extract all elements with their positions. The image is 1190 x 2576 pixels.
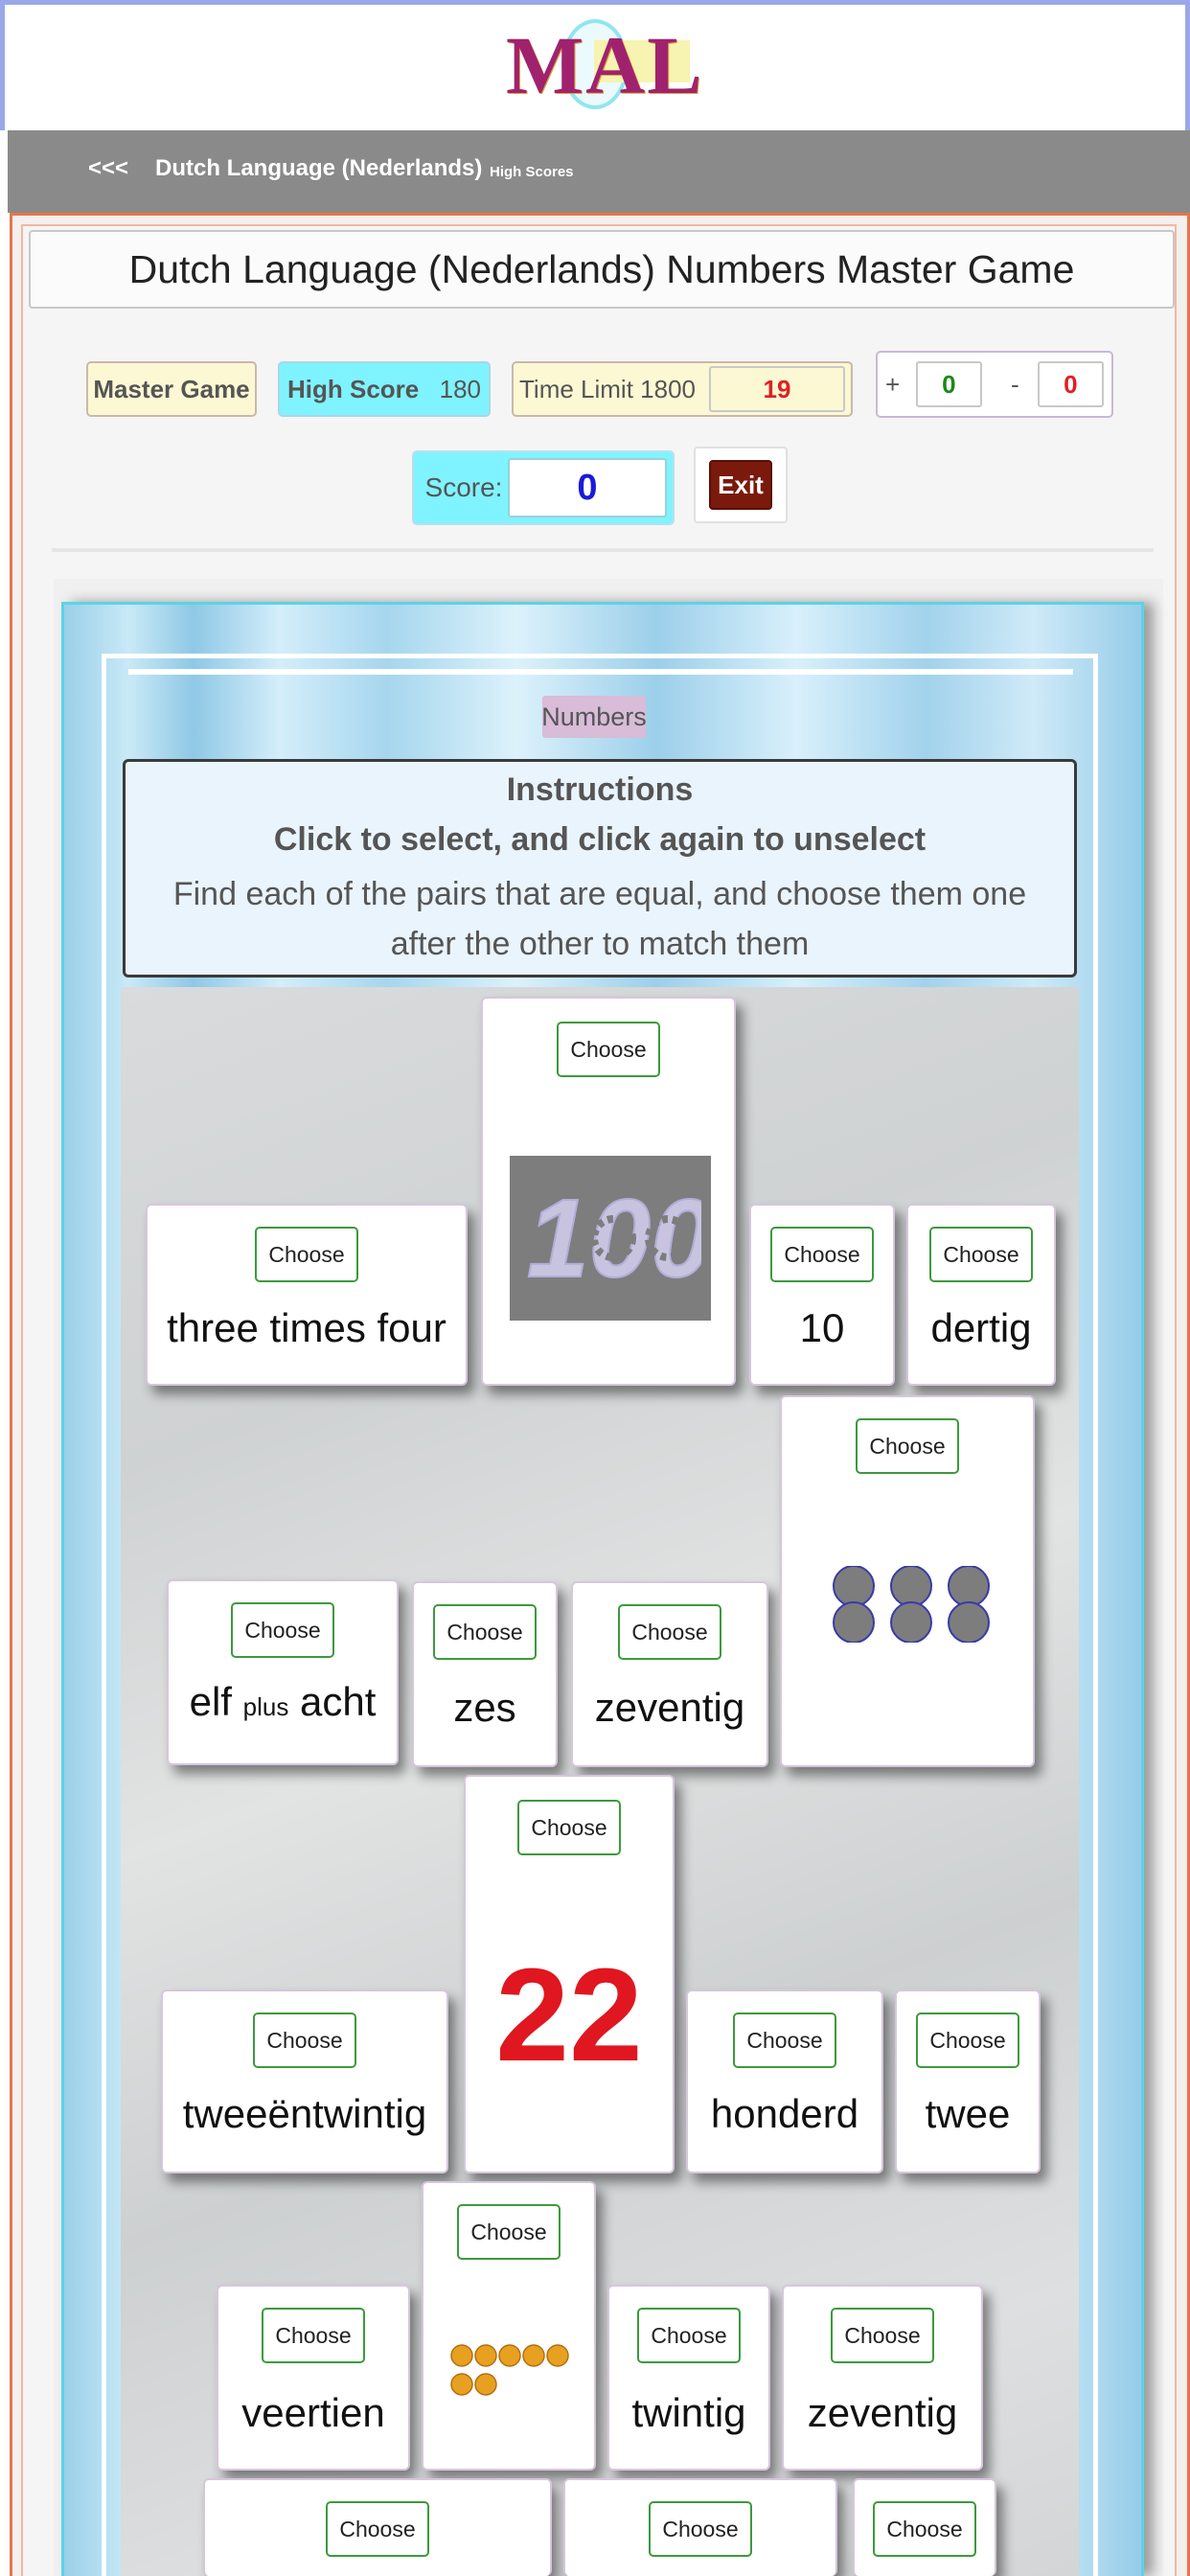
card-image-100[interactable]: Choose 100 [481,997,736,1386]
plus-minus-counter: + 0 - 0 [876,351,1113,418]
nav-high-scores-link[interactable]: High Scores [490,164,574,180]
card-22[interactable]: Choose 22 [464,1775,675,2174]
nav-back-link[interactable]: <<< [88,155,128,186]
card-twintig[interactable]: Choose twintig [607,2285,770,2471]
choose-button[interactable]: Choose [770,1227,874,1282]
card-text-b: acht [300,1679,377,1724]
seven-dots-icon [450,2344,571,2398]
card-text: honderd [710,2091,859,2136]
card-text-plus: plus [242,1692,289,1721]
card-partial-2[interactable]: Choose [563,2478,837,2576]
board-top-rule [128,669,1073,675]
card-six-dots[interactable]: Choose [780,1395,1035,1767]
choose-button[interactable]: Choose [255,1227,358,1282]
card-text: elf plus acht [169,1679,397,1725]
card-text: 10 [799,1305,845,1350]
minus-value: 0 [1037,361,1104,407]
card-seven-dots[interactable]: Choose [422,2181,596,2471]
card-three-times-four[interactable]: Choose three times four [146,1204,468,1386]
instructions-line1: Click to select, and click again to unse… [273,821,927,858]
exit-button[interactable]: Exit [709,460,772,510]
header-divider [52,548,1154,552]
card-text: tweeëntwintig [182,2091,427,2136]
choose-button[interactable]: Choose [517,1800,621,1855]
master-game-badge: Master Game [86,361,257,417]
six-dots-icon [830,1565,993,1644]
svg-text:100: 100 [527,1176,701,1300]
card-veertien[interactable]: Choose veertien [217,2285,410,2471]
card-text: veertien [241,2390,385,2435]
category-label: Numbers [541,696,647,738]
mal-logo[interactable]: MAL [506,17,704,113]
minus-sign: - [1010,369,1019,399]
choose-button[interactable]: Choose [733,2012,836,2068]
choose-button[interactable]: Choose [231,1602,334,1658]
card-dertig[interactable]: Choose dertig [906,1204,1056,1386]
time-remaining: 19 [709,366,845,412]
plus-value: 0 [915,361,982,407]
instructions-title: Instructions [506,771,694,808]
card-text: twintig [631,2390,746,2435]
card-zeventig-2[interactable]: Choose zeventig [782,2285,983,2471]
card-tweeentwintig[interactable]: Choose tweeëntwintig [161,1990,448,2174]
plus-sign: + [885,369,901,399]
score-value: 0 [508,458,667,518]
choose-button[interactable]: Choose [457,2204,561,2260]
choose-button[interactable]: Choose [637,2308,741,2363]
master-game-label: Master Game [93,374,250,403]
instructions-box: Instructions Click to select, and click … [123,759,1077,978]
choose-button[interactable]: Choose [831,2308,934,2363]
card-twee[interactable]: Choose twee [895,1990,1041,2174]
choose-button[interactable]: Choose [856,1418,959,1474]
high-score-label: High Score [287,374,420,403]
card-partial-1[interactable]: Choose [203,2478,552,2576]
choose-button[interactable]: Choose [253,2012,356,2068]
choose-button[interactable]: Choose [929,1227,1033,1282]
score-box: Score: 0 [412,450,675,525]
choose-button[interactable]: Choose [916,2012,1019,2068]
high-score-badge: High Score 180 [278,361,491,417]
logo-text: MAL [506,19,704,111]
card-text: twee [925,2091,1011,2136]
game-title: Dutch Language (Nederlands) Numbers Mast… [29,230,1175,309]
card-zeventig-1[interactable]: Choose zeventig [571,1581,768,1767]
card-zes[interactable]: Choose zes [412,1581,558,1767]
time-limit-badge: Time Limit 1800 19 [512,361,853,417]
choose-button[interactable]: Choose [873,2501,976,2557]
card-text: three times four [167,1305,446,1350]
card-elf-plus-acht[interactable]: Choose elf plus acht [167,1579,399,1765]
card-text: dertig [930,1305,1032,1350]
card-text: zeventig [807,2390,958,2435]
card-text: zes [453,1685,516,1730]
high-score-value: 180 [439,374,481,403]
card-big-number: 22 [495,1942,643,2089]
instructions-line2: Find each of the pairs that are equal, a… [172,876,1027,962]
choose-button[interactable]: Choose [649,2501,752,2557]
card-10[interactable]: Choose 10 [749,1204,895,1386]
choose-button[interactable]: Choose [618,1604,721,1660]
choose-button[interactable]: Choose [326,2501,429,2557]
time-limit-label: Time Limit 1800 [519,374,696,403]
choose-button[interactable]: Choose [262,2308,365,2363]
score-label: Score: [424,472,503,502]
card-honderd[interactable]: Choose honderd [686,1990,883,2174]
nav-title-link[interactable]: Dutch Language (Nederlands) [155,155,482,186]
card-partial-3[interactable]: Choose [853,2478,996,2576]
gear-100-icon: 100 [510,1156,711,1321]
card-text: zeventig [594,1685,745,1730]
card-text-a: elf [189,1679,232,1724]
choose-button[interactable]: Choose [557,1022,660,1077]
choose-button[interactable]: Choose [433,1604,537,1660]
